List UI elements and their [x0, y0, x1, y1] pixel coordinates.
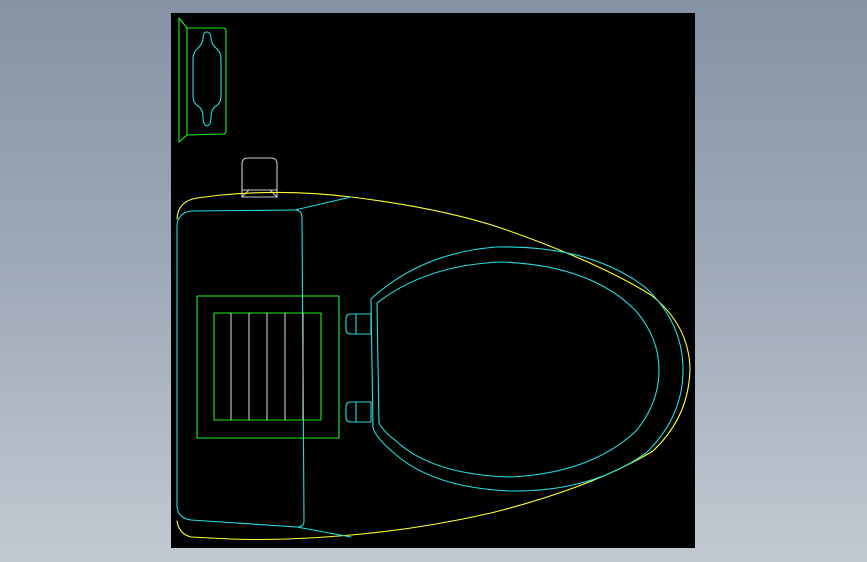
cad-viewport[interactable]	[171, 13, 695, 548]
paper-holder	[178, 17, 227, 143]
paper-holder-roll	[192, 31, 222, 127]
tank-to-bowl-top	[294, 196, 352, 211]
flush-panel	[196, 295, 340, 439]
hinge-top	[345, 313, 357, 335]
toilet-plan-drawing	[176, 17, 691, 541]
app-window: { "colors": { "background": "#8a98aa", "…	[0, 0, 867, 562]
flush-panel-outer	[196, 295, 340, 439]
seat-inner	[376, 261, 660, 478]
hinge-bottom	[345, 401, 357, 423]
seat-hinges	[345, 313, 372, 423]
tank-to-bowl-bottom	[296, 526, 352, 538]
flush-handle	[241, 157, 278, 198]
flush-handle-diagonal-right	[269, 189, 278, 198]
seat-outer	[370, 246, 684, 492]
flush-panel-slats	[230, 312, 304, 421]
hinge-top-bar	[355, 313, 372, 335]
bowl-outer-outline	[176, 191, 691, 541]
paper-holder-frame	[178, 17, 227, 143]
hinge-bottom-bar	[355, 401, 372, 423]
